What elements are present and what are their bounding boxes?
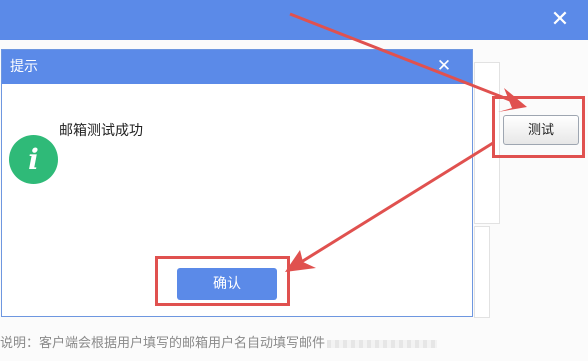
annotation-arrows <box>285 12 527 272</box>
arrow-line-to-test <box>289 12 521 106</box>
arrow-line-to-confirm <box>297 141 494 266</box>
arrow-head-to-confirm <box>285 250 316 272</box>
arrow-head-to-test <box>498 88 527 112</box>
